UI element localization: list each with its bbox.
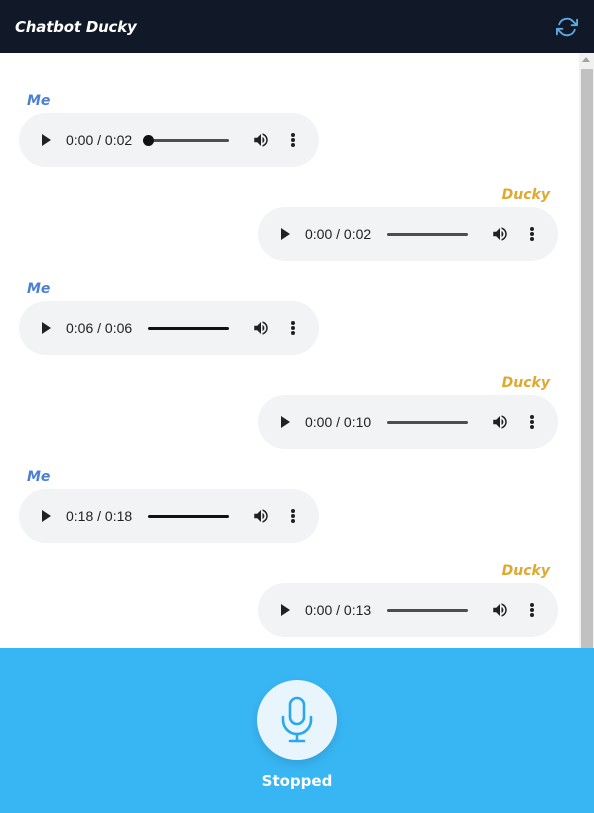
audio-player[interactable]: 0:00 / 0:13 bbox=[258, 583, 558, 637]
time-display: 0:18 / 0:18 bbox=[66, 508, 133, 524]
more-options-icon[interactable] bbox=[528, 413, 536, 431]
sender-label: Me bbox=[27, 93, 51, 109]
audio-player[interactable]: 0:00 / 0:02 bbox=[19, 113, 319, 167]
message-ducky: Ducky 0:00 / 0:13 bbox=[258, 563, 558, 637]
play-icon[interactable] bbox=[278, 227, 292, 241]
sender-label: Me bbox=[27, 469, 51, 485]
seek-thumb[interactable] bbox=[143, 135, 154, 146]
refresh-icon bbox=[556, 17, 578, 36]
seek-bar[interactable] bbox=[148, 515, 229, 518]
refresh-button[interactable] bbox=[556, 16, 578, 38]
seek-bar[interactable] bbox=[387, 609, 468, 612]
play-icon[interactable] bbox=[39, 509, 53, 523]
more-options-icon[interactable] bbox=[289, 319, 297, 337]
message-me: Me 0:00 / 0:02 bbox=[19, 93, 319, 167]
play-icon[interactable] bbox=[39, 321, 53, 335]
recording-status: Stopped bbox=[261, 772, 333, 790]
audio-player[interactable]: 0:06 / 0:06 bbox=[19, 301, 319, 355]
volume-icon[interactable] bbox=[491, 225, 509, 243]
app-title: Chatbot Ducky bbox=[15, 17, 137, 36]
message-me: Me 0:06 / 0:06 bbox=[19, 281, 319, 355]
more-options-icon[interactable] bbox=[289, 131, 297, 149]
seek-bar[interactable] bbox=[148, 327, 229, 330]
volume-icon[interactable] bbox=[252, 131, 270, 149]
audio-player[interactable]: 0:18 / 0:18 bbox=[19, 489, 319, 543]
play-icon[interactable] bbox=[39, 133, 53, 147]
record-button[interactable] bbox=[257, 680, 337, 760]
play-icon[interactable] bbox=[278, 415, 292, 429]
chat-scrollbar[interactable] bbox=[579, 53, 594, 648]
sender-label: Me bbox=[27, 281, 51, 297]
audio-player[interactable]: 0:00 / 0:10 bbox=[258, 395, 558, 449]
recorder-footer: Stopped bbox=[0, 648, 594, 813]
time-display: 0:06 / 0:06 bbox=[66, 320, 133, 336]
seek-bar[interactable] bbox=[143, 135, 229, 146]
more-options-icon[interactable] bbox=[528, 225, 536, 243]
message-ducky: Ducky 0:00 / 0:02 bbox=[258, 187, 558, 261]
time-display: 0:00 / 0:02 bbox=[305, 226, 372, 242]
audio-player[interactable]: 0:00 / 0:02 bbox=[258, 207, 558, 261]
seek-bar[interactable] bbox=[387, 421, 468, 424]
sender-label: Ducky bbox=[501, 563, 550, 579]
time-display: 0:00 / 0:13 bbox=[305, 602, 372, 618]
app-header: Chatbot Ducky bbox=[0, 0, 594, 53]
time-display: 0:00 / 0:10 bbox=[305, 414, 372, 430]
message-me: Me 0:18 / 0:18 bbox=[19, 469, 319, 543]
scroll-up-arrow-icon[interactable] bbox=[582, 57, 590, 62]
play-icon[interactable] bbox=[278, 603, 292, 617]
microphone-icon bbox=[281, 696, 313, 743]
time-display: 0:00 / 0:02 bbox=[66, 132, 133, 148]
scrollbar-thumb[interactable] bbox=[581, 69, 593, 648]
volume-icon[interactable] bbox=[491, 413, 509, 431]
volume-icon[interactable] bbox=[252, 319, 270, 337]
more-options-icon[interactable] bbox=[289, 507, 297, 525]
volume-icon[interactable] bbox=[491, 601, 509, 619]
volume-icon[interactable] bbox=[252, 507, 270, 525]
message-ducky: Ducky 0:00 / 0:10 bbox=[258, 375, 558, 449]
sender-label: Ducky bbox=[501, 187, 550, 203]
more-options-icon[interactable] bbox=[528, 601, 536, 619]
chat-area[interactable]: Me 0:00 / 0:02 Ducky 0:00 / 0:02 Me 0:06… bbox=[0, 53, 594, 648]
sender-label: Ducky bbox=[501, 375, 550, 391]
seek-bar[interactable] bbox=[387, 233, 468, 236]
